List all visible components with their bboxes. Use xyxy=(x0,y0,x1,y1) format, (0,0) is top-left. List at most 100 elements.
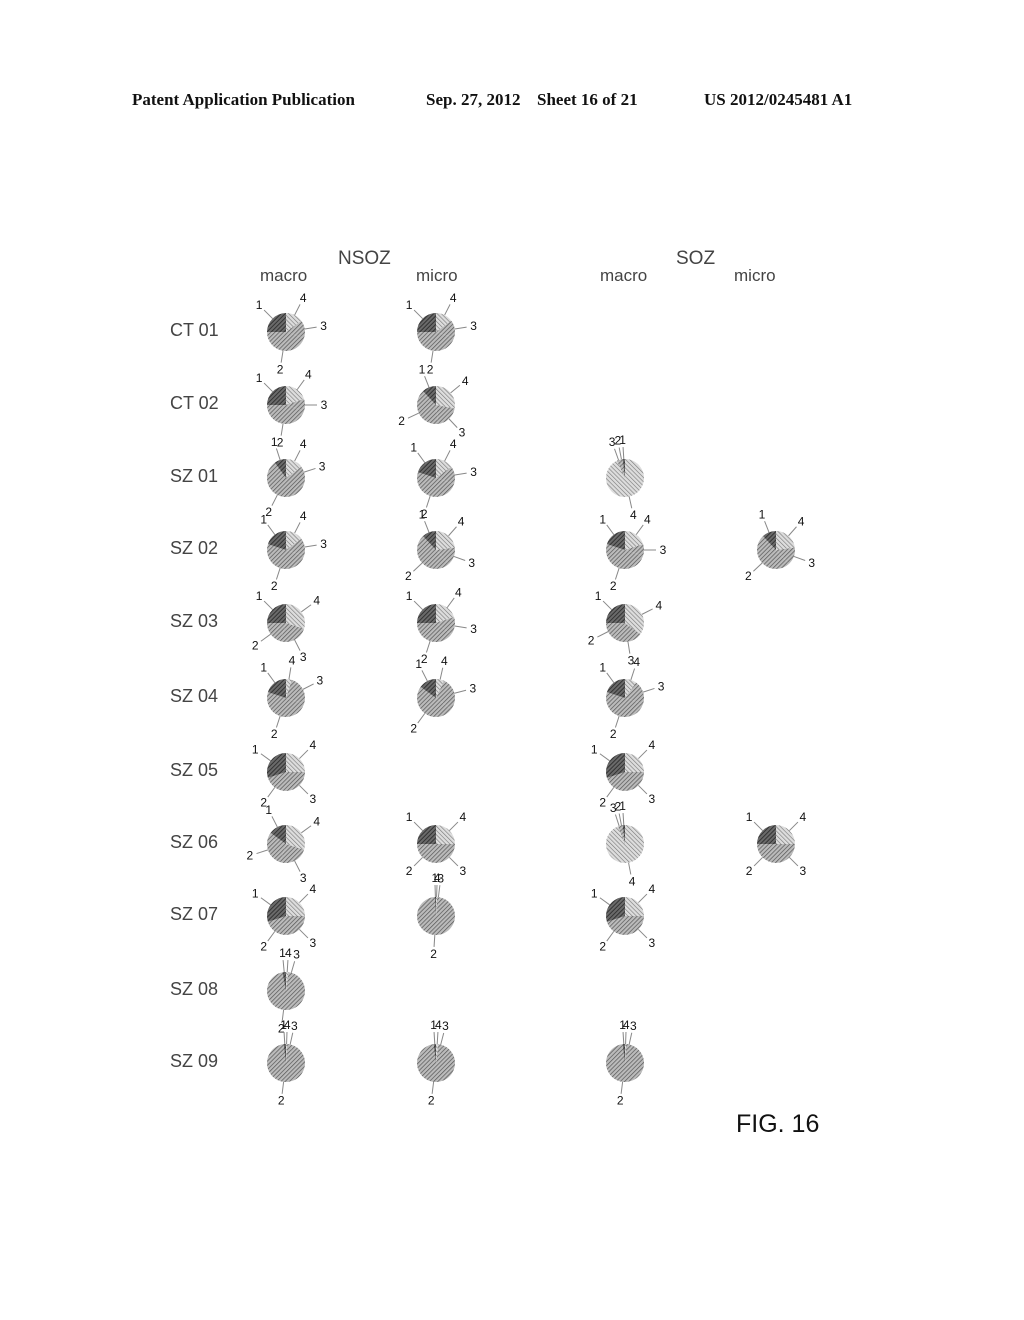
slice-label-2: 2 xyxy=(252,638,259,652)
leader-line-1 xyxy=(599,897,610,906)
leader-line-2 xyxy=(280,423,284,436)
leader-line-2 xyxy=(267,787,276,798)
slice-label-4: 4 xyxy=(434,871,441,885)
leader-line-3 xyxy=(642,687,655,693)
slice-label-3: 3 xyxy=(320,319,327,333)
leader-line-2 xyxy=(280,350,284,363)
leader-line-4 xyxy=(641,608,653,615)
slice-label-2: 2 xyxy=(599,796,606,810)
leader-line-4 xyxy=(294,522,301,534)
slice-label-2: 2 xyxy=(617,1094,624,1108)
leader-line-2 xyxy=(267,931,276,942)
slice-label-1: 1 xyxy=(271,435,278,449)
slice-label-4: 4 xyxy=(313,594,320,608)
leader-line-4 xyxy=(286,960,289,973)
slice-label-2: 2 xyxy=(615,434,622,448)
leader-line-4 xyxy=(299,749,309,759)
leader-line-2 xyxy=(431,1081,435,1094)
leader-line-1 xyxy=(606,524,615,535)
slice-label-1: 1 xyxy=(746,810,753,824)
pie-slice-4 xyxy=(436,531,455,550)
slice-label-4: 4 xyxy=(649,882,656,896)
pie-ct02-col1: 12 3 4 xyxy=(256,367,328,449)
slice-label-1: 1 xyxy=(591,743,598,757)
pie-sz03-col1: 1234 xyxy=(252,589,320,664)
pie-sz05-col1: 12 34 xyxy=(252,738,317,810)
slice-label-1: 1 xyxy=(599,660,606,674)
slice-label-4: 4 xyxy=(435,1018,442,1032)
slice-label-3: 3 xyxy=(321,398,328,412)
slice-label-1: 1 xyxy=(406,298,413,312)
leader-line-4 xyxy=(301,604,312,613)
leader-line-2 xyxy=(275,715,281,728)
leader-line-1 xyxy=(263,309,273,319)
leader-line-3 xyxy=(440,1032,445,1045)
slice-label-4: 4 xyxy=(441,654,448,668)
pie-sz04-col3: 1 2 3 4 xyxy=(599,655,664,741)
slice-label-3: 3 xyxy=(609,435,616,449)
pie-ct01-col1: 1 2 34 xyxy=(256,291,327,376)
leader-line-1 xyxy=(753,821,763,831)
slice-label-2: 2 xyxy=(745,569,752,583)
slice-label-4: 4 xyxy=(462,374,469,388)
slice-label-1: 1 xyxy=(419,363,426,377)
slice-label-4: 4 xyxy=(800,810,807,824)
leader-line-1 xyxy=(263,600,273,610)
slice-label-4: 4 xyxy=(455,585,462,599)
leader-line-4 xyxy=(449,821,459,831)
leader-line-2 xyxy=(425,495,431,508)
pie-sz09-col1: 1234 xyxy=(267,1018,306,1108)
slice-label-2: 2 xyxy=(277,436,284,450)
slice-label-1: 1 xyxy=(406,810,413,824)
leader-line-3 xyxy=(454,689,467,694)
leader-line-2 xyxy=(597,631,609,638)
leader-line-4 xyxy=(638,893,648,903)
slice-label-4: 4 xyxy=(450,437,457,451)
slice-label-1: 1 xyxy=(599,512,606,526)
slice-label-2: 2 xyxy=(430,947,437,961)
pie-sz01-col3: 1234 xyxy=(606,433,645,522)
leader-line-1 xyxy=(413,600,423,610)
pie-sz07-col1: 1 2 3 4 xyxy=(252,882,317,954)
leader-line-2 xyxy=(407,412,420,419)
leader-line-2 xyxy=(614,567,620,580)
leader-line-3 xyxy=(793,555,806,561)
slice-label-3: 3 xyxy=(310,936,317,950)
slice-label-3: 3 xyxy=(310,792,317,806)
pie-slice-4 xyxy=(606,459,645,497)
leader-line-4 xyxy=(788,526,797,537)
leader-line-3 xyxy=(627,641,631,654)
pie-sz06-col1: 1 2 3 4 xyxy=(247,803,321,885)
leader-line-2 xyxy=(275,567,281,580)
slice-label-3: 3 xyxy=(293,948,300,962)
leader-line-1 xyxy=(413,821,423,831)
slice-label-4: 4 xyxy=(289,653,296,667)
leader-line-1 xyxy=(599,753,610,762)
slice-label-2: 2 xyxy=(599,940,606,954)
slice-label-1: 1 xyxy=(256,298,263,312)
leader-line-4 xyxy=(628,496,633,509)
slice-label-2: 2 xyxy=(428,1094,435,1108)
slice-label-1: 1 xyxy=(252,743,259,757)
slice-label-2: 2 xyxy=(406,864,413,878)
leader-line-4 xyxy=(294,304,301,316)
leader-line-2 xyxy=(430,350,434,363)
slice-label-4: 4 xyxy=(285,946,292,960)
slice-label-4: 4 xyxy=(300,437,307,451)
leader-line-1 xyxy=(421,670,428,682)
pie-sz04-col1: 1234 xyxy=(260,653,323,741)
slice-label-4: 4 xyxy=(310,738,317,752)
slice-label-3: 3 xyxy=(317,674,324,688)
leader-line-3 xyxy=(304,326,317,330)
leader-line-3 xyxy=(454,625,467,629)
slice-label-2: 2 xyxy=(260,940,267,954)
leader-line-3 xyxy=(437,885,441,898)
leader-line-1 xyxy=(602,600,612,610)
slice-label-4: 4 xyxy=(623,1018,630,1032)
pie-sz02-col3: 1 2 3 4 xyxy=(599,512,666,593)
pie-ct01-col2: 1234 xyxy=(406,291,477,376)
leader-line-1 xyxy=(417,452,426,463)
slice-label-2: 2 xyxy=(247,849,254,863)
leader-line-2 xyxy=(618,813,622,826)
leader-line-3 xyxy=(289,1032,294,1045)
